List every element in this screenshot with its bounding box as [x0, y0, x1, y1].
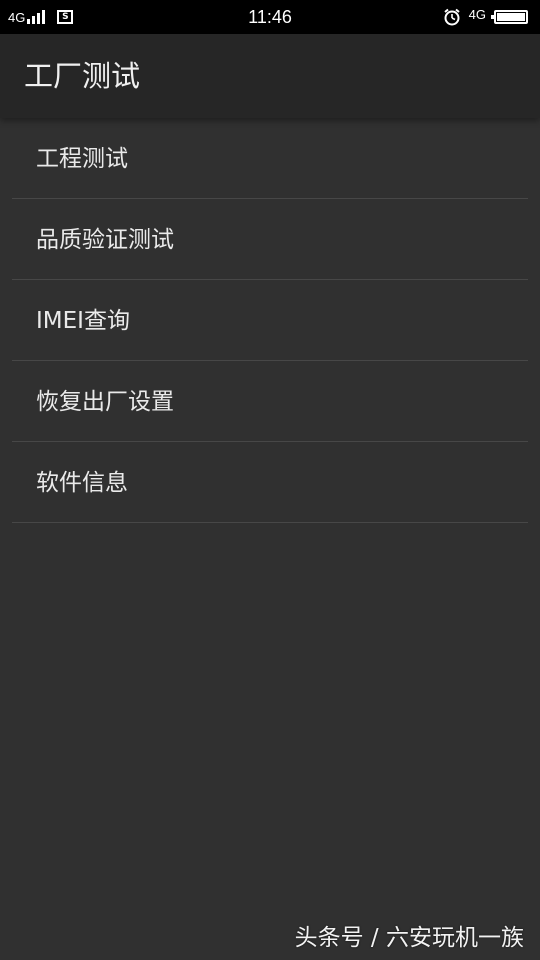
menu-list: 工程测试 品质验证测试 IMEI查询 恢复出厂设置 软件信息 [0, 118, 540, 523]
menu-item-label: IMEI查询 [36, 308, 130, 334]
network-type-right: 4G [468, 6, 486, 22]
menu-item-software-info[interactable]: 软件信息 [12, 442, 528, 523]
menu-item-factory-reset[interactable]: 恢复出厂设置 [12, 361, 528, 442]
watermark: 头条号 / 六安玩机一族 [294, 925, 524, 951]
menu-item-quality-verification-test[interactable]: 品质验证测试 [12, 199, 528, 280]
menu-item-engineering-test[interactable]: 工程测试 [12, 118, 528, 199]
battery-icon [491, 10, 528, 24]
menu-item-label: 品质验证测试 [36, 227, 174, 253]
battery-level [497, 13, 525, 21]
alarm-icon [444, 8, 460, 26]
menu-item-imei-query[interactable]: IMEI查询 [12, 280, 528, 361]
status-bar: 4G S 11:46 4G [0, 0, 540, 34]
menu-item-label: 工程测试 [36, 146, 128, 172]
page-title: 工厂测试 [24, 59, 141, 93]
status-right: 4G [443, 0, 528, 34]
app-bar: 工厂测试 [0, 34, 540, 118]
menu-item-label: 软件信息 [36, 470, 128, 496]
menu-item-label: 恢复出厂设置 [36, 389, 174, 415]
